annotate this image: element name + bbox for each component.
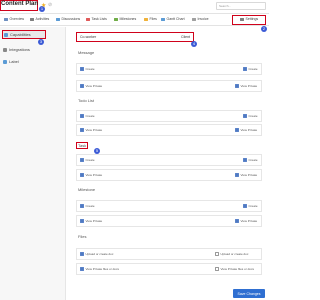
section-title-todo-list: Todo List [78,98,95,103]
star-icon[interactable]: ★ [41,2,46,9]
client-view-private-checkbox[interactable]: View Private [235,219,257,223]
tab-discussions[interactable]: Discussions [56,17,80,21]
gantt-chart-icon [161,17,165,21]
coworker-view-private-files-checkbox[interactable]: View Private files or docs [80,267,119,271]
sidebar-item-capabilities[interactable]: Capabilities [2,30,46,39]
permission-row: View Private View Private [76,80,262,92]
permission-row: Create Create [76,110,262,122]
coworker-create-checkbox[interactable]: Create [80,114,95,118]
role-header: Co-worker Client [76,32,194,42]
tab-task-lists[interactable]: Task Lists [86,17,107,21]
client-create-checkbox[interactable]: Create [243,158,258,162]
coworker-create-checkbox[interactable]: Create [80,67,95,71]
task-lists-icon [86,17,90,21]
coworker-view-private-checkbox[interactable]: View Private [80,173,102,177]
save-changes-button[interactable]: Save Changes [233,289,265,298]
invoice-icon [192,17,196,21]
client-create-checkbox[interactable]: Create [243,67,258,71]
tab-gantt-chart[interactable]: Gantt Chart [161,17,185,21]
overview-icon [4,17,8,21]
milestones-icon [114,17,118,21]
section-title-task: Task [78,143,87,148]
project-title: Content Plan [1,1,38,7]
files-icon [144,17,148,21]
client-view-private-files-checkbox[interactable]: View Private files or docs [215,267,254,271]
tab-overview[interactable]: Overview [4,17,24,21]
sidebar-item-integrations[interactable]: Integrations [3,45,30,54]
permission-row: View Private View Private [76,215,262,227]
archive-icon[interactable]: ⊘ [48,2,52,8]
permission-row: Upload or create doc Upload or create do… [76,248,262,260]
permission-row: View Private files or docs View Private … [76,263,262,275]
activities-icon [30,17,34,21]
coworker-upload-checkbox[interactable]: Upload or create doc [80,252,113,256]
coworker-view-private-checkbox[interactable]: View Private [80,219,102,223]
client-label: Client [181,35,190,39]
coworker-view-private-checkbox[interactable]: View Private [80,128,102,132]
client-view-private-checkbox[interactable]: View Private [235,173,257,177]
coworker-create-checkbox[interactable]: Create [80,158,95,162]
marker-2: 2 [261,26,267,32]
marker-4: 4 [191,41,197,47]
coworker-view-private-checkbox[interactable]: View Private [80,84,102,88]
discussions-icon [56,17,60,21]
client-create-checkbox[interactable]: Create [243,204,258,208]
tab-activities[interactable]: Activities [30,17,49,21]
client-view-private-checkbox[interactable]: View Private [235,84,257,88]
settings-highlight [232,15,266,25]
section-title-milestone: Milestone [78,187,96,192]
client-view-private-checkbox[interactable]: View Private [235,128,257,132]
section-title-files: Files [78,234,87,239]
permission-row: View Private View Private [76,169,262,181]
coworker-create-checkbox[interactable]: Create [80,204,95,208]
capabilities-icon [4,32,8,37]
tab-invoice[interactable]: Invoice [192,17,209,21]
permission-row: Create Create [76,154,262,166]
permission-row: View Private View Private [76,124,262,136]
label-icon [3,59,7,64]
permission-row: Create Create [76,200,262,212]
client-upload-checkbox[interactable]: Upload or create doc [215,252,248,256]
tab-milestones[interactable]: Milestones [114,17,136,21]
coworker-label: Co-worker [80,35,97,39]
integrations-icon [3,47,7,52]
permission-row: Create Create [76,63,262,75]
section-title-message: Message [78,50,95,55]
client-create-checkbox[interactable]: Create [243,114,258,118]
tab-bar: Overview Activities Discussions Task Lis… [0,14,269,26]
top-bar: Content Plan 1 ★ ⊘ Search... [0,0,269,14]
settings-sidebar: Capabilities 3 Integrations Label [0,27,66,300]
sidebar-item-label[interactable]: Label [3,57,19,66]
search-input[interactable]: Search... [216,2,266,10]
marker-3: 3 [38,39,44,45]
tab-files[interactable]: Files [144,17,157,21]
